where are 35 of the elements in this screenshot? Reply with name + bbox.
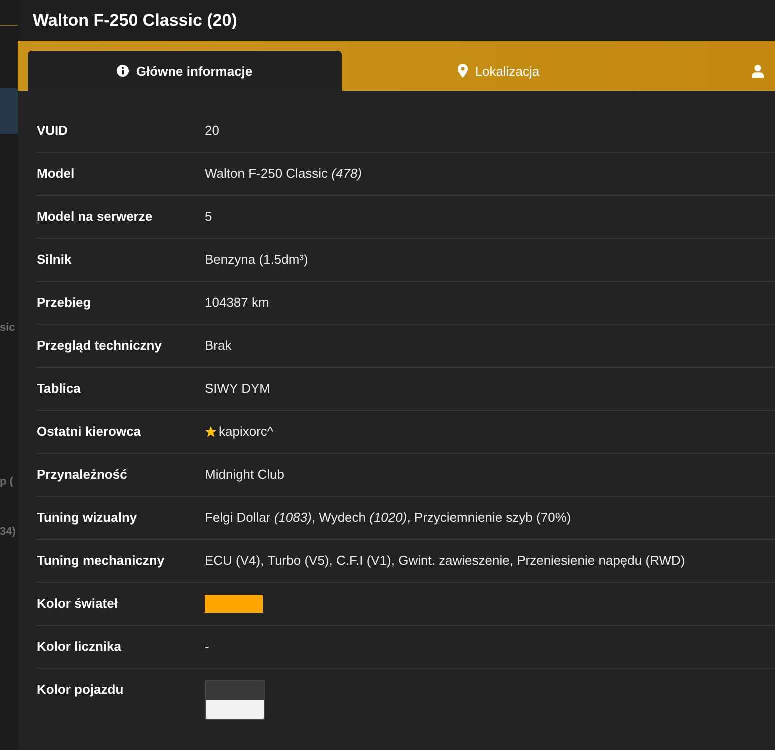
tab[interactable]: Główne informacje [28, 51, 342, 91]
window-title: Walton F-250 Classic (20) [33, 10, 238, 30]
map-pin-icon [458, 64, 468, 78]
field-value: Brak [205, 338, 232, 354]
field-value: Midnight Club [205, 467, 284, 483]
field-value: Benzyna (1.5dm³) [205, 252, 308, 268]
info-icon [117, 65, 130, 77]
user-icon [752, 64, 764, 78]
field-label: Silnik [37, 252, 73, 268]
field-value: 104387 km [205, 295, 270, 311]
field-label: Kolor świateł [37, 596, 119, 612]
field-value: Walton F-250 Classic (478) [205, 166, 362, 182]
field-value: 20 [205, 123, 220, 139]
field-label: Tuning mechaniczny [37, 553, 166, 569]
background-text: p ( [0, 475, 14, 489]
field-label: Przebieg [37, 295, 92, 311]
field-label: Model [37, 166, 76, 182]
field-label: Model na serwerze [37, 209, 154, 225]
background-text: 34) [0, 525, 16, 539]
field-label: Przegląd techniczny [37, 338, 163, 354]
field-label: Przynależność [37, 467, 128, 483]
field-label: Tuning wizualny [37, 510, 138, 526]
field-value: - [205, 639, 210, 655]
field-value: ECU (V4), Turbo (V5), C.F.I (V1), Gwint. zawieszenie, Przeniesienie napędu (RWD) [205, 553, 686, 569]
background-text: sic [0, 321, 16, 335]
field-label: Tablica [37, 381, 82, 397]
field-label: Kolor licznika [37, 639, 123, 655]
driver-name: kapixorc^ [219, 424, 274, 440]
field-value: SIWY DYM [205, 381, 270, 397]
field-value: Felgi Dollar (1083), Wydech (1020), Przyciemnienie szyb (70%) [205, 510, 572, 526]
field-label: Ostatni kierowca [37, 424, 142, 440]
star-icon [205, 426, 217, 438]
field-label: VUID [37, 123, 70, 139]
field-value: 5 [205, 209, 212, 225]
field-label: Kolor pojazdu [37, 682, 125, 698]
